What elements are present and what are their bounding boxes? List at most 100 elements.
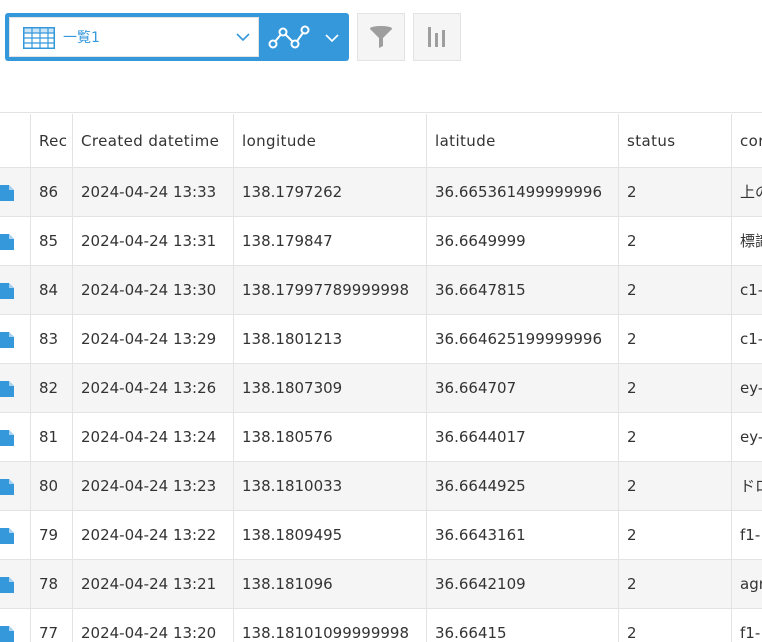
comment-cell: 標識 bbox=[740, 232, 762, 250]
chevron-down-icon bbox=[325, 34, 339, 43]
status-cell: 2 bbox=[619, 609, 732, 642]
status-cell: 2 bbox=[619, 217, 732, 265]
bar-chart-icon bbox=[428, 27, 445, 47]
document-icon[interactable] bbox=[0, 185, 14, 201]
document-icon[interactable] bbox=[0, 332, 14, 348]
comment-cell: ドロ bbox=[740, 477, 762, 495]
row-detail-cell bbox=[0, 266, 31, 314]
table-icon bbox=[23, 27, 55, 49]
header-record-number[interactable]: Rec bbox=[31, 114, 73, 167]
latitude-cell: 36.6644925 bbox=[427, 462, 619, 510]
toolbar: 一覧1 bbox=[0, 0, 762, 113]
record-number-cell: 79 bbox=[31, 511, 73, 559]
table-row[interactable]: 77 2024-04-24 13:20 138.18101099999998 36.6… bbox=[0, 609, 762, 642]
record-number-cell: 82 bbox=[31, 364, 73, 412]
header-created-datetime[interactable]: Created datetime bbox=[73, 114, 234, 167]
document-icon[interactable] bbox=[0, 528, 14, 544]
table-row[interactable]: 79 2024-04-24 13:22 138.1809495 36.6643161 2… bbox=[0, 511, 762, 560]
line-graph-icon bbox=[268, 25, 310, 49]
graph-settings-button[interactable] bbox=[413, 13, 461, 61]
document-icon[interactable] bbox=[0, 626, 14, 642]
record-number-cell: 80 bbox=[31, 462, 73, 510]
longitude-cell: 138.179847 bbox=[234, 217, 427, 265]
created-datetime-cell: 2024-04-24 13:31 bbox=[73, 217, 234, 265]
created-datetime-cell: 2024-04-24 13:29 bbox=[73, 315, 234, 363]
comment-cell: c1- bbox=[740, 330, 762, 348]
created-datetime-cell: 2024-04-24 13:30 bbox=[73, 266, 234, 314]
view-switcher: 一覧1 bbox=[5, 13, 349, 61]
latitude-cell: 36.6647815 bbox=[427, 266, 619, 314]
longitude-cell: 138.1809495 bbox=[234, 511, 427, 559]
row-detail-cell bbox=[0, 511, 31, 559]
chevron-down-icon bbox=[236, 33, 250, 42]
header-latitude[interactable]: latitude bbox=[427, 114, 619, 167]
document-icon[interactable] bbox=[0, 381, 14, 397]
header-status[interactable]: status bbox=[619, 114, 732, 167]
row-detail-cell bbox=[0, 217, 31, 265]
longitude-cell: 138.1810033 bbox=[234, 462, 427, 510]
row-detail-cell bbox=[0, 168, 31, 216]
created-datetime-cell: 2024-04-24 13:23 bbox=[73, 462, 234, 510]
comment-cell: 上の bbox=[740, 183, 762, 201]
document-icon[interactable] bbox=[0, 283, 14, 299]
row-detail-cell bbox=[0, 560, 31, 608]
record-number-cell: 85 bbox=[31, 217, 73, 265]
table-row[interactable]: 78 2024-04-24 13:21 138.181096 36.6642109 2 a… bbox=[0, 560, 762, 609]
record-number-cell: 86 bbox=[31, 168, 73, 216]
table-row[interactable]: 86 2024-04-24 13:33 138.1797262 36.66536149… bbox=[0, 168, 762, 217]
longitude-cell: 138.1801213 bbox=[234, 315, 427, 363]
created-datetime-cell: 2024-04-24 13:20 bbox=[73, 609, 234, 642]
status-cell: 2 bbox=[619, 511, 732, 559]
longitude-cell: 138.1797262 bbox=[234, 168, 427, 216]
filter-funnel-icon bbox=[370, 26, 392, 48]
table-row[interactable]: 81 2024-04-24 13:24 138.180576 36.6644017 2 e… bbox=[0, 413, 762, 462]
comment-cell: agr bbox=[740, 575, 762, 593]
document-icon[interactable] bbox=[0, 577, 14, 593]
latitude-cell: 36.6643161 bbox=[427, 511, 619, 559]
table-row[interactable]: 83 2024-04-24 13:29 138.1801213 36.66462519… bbox=[0, 315, 762, 364]
header-comment[interactable]: cor bbox=[732, 114, 762, 167]
row-detail-cell bbox=[0, 462, 31, 510]
graph-menu-button[interactable] bbox=[258, 13, 349, 61]
header-longitude[interactable]: longitude bbox=[234, 114, 427, 167]
created-datetime-cell: 2024-04-24 13:24 bbox=[73, 413, 234, 461]
comment-cell: c1- bbox=[740, 281, 762, 299]
row-detail-cell bbox=[0, 609, 31, 642]
status-cell: 2 bbox=[619, 413, 732, 461]
created-datetime-cell: 2024-04-24 13:21 bbox=[73, 560, 234, 608]
longitude-cell: 138.181096 bbox=[234, 560, 427, 608]
created-datetime-cell: 2024-04-24 13:33 bbox=[73, 168, 234, 216]
table-row[interactable]: 82 2024-04-24 13:26 138.1807309 36.664707 2 e… bbox=[0, 364, 762, 413]
record-number-cell: 83 bbox=[31, 315, 73, 363]
document-icon[interactable] bbox=[0, 479, 14, 495]
comment-cell: ey- bbox=[740, 428, 762, 446]
status-cell: 2 bbox=[619, 462, 732, 510]
longitude-cell: 138.17997789999998 bbox=[234, 266, 427, 314]
status-cell: 2 bbox=[619, 168, 732, 216]
row-detail-cell bbox=[0, 315, 31, 363]
latitude-cell: 36.6644017 bbox=[427, 413, 619, 461]
latitude-cell: 36.665361499999996 bbox=[427, 168, 619, 216]
table-row[interactable]: 84 2024-04-24 13:30 138.17997789999998 36.6… bbox=[0, 266, 762, 315]
latitude-cell: 36.664707 bbox=[427, 364, 619, 412]
document-icon[interactable] bbox=[0, 234, 14, 250]
records-table: Rec Created datetime longitude latitude … bbox=[0, 114, 762, 642]
table-row[interactable]: 85 2024-04-24 13:31 138.179847 36.6649999 2 標… bbox=[0, 217, 762, 266]
filter-button[interactable] bbox=[357, 13, 405, 61]
header-cell-icon bbox=[0, 114, 31, 167]
table-row[interactable]: 80 2024-04-24 13:23 138.1810033 36.6644925 2… bbox=[0, 462, 762, 511]
comment-cell: f1- bbox=[740, 526, 761, 544]
status-cell: 2 bbox=[619, 364, 732, 412]
latitude-cell: 36.6642109 bbox=[427, 560, 619, 608]
created-datetime-cell: 2024-04-24 13:22 bbox=[73, 511, 234, 559]
comment-cell: ey- bbox=[740, 379, 762, 397]
document-icon[interactable] bbox=[0, 430, 14, 446]
view-select-dropdown[interactable]: 一覧1 bbox=[9, 17, 259, 57]
longitude-cell: 138.1807309 bbox=[234, 364, 427, 412]
created-datetime-cell: 2024-04-24 13:26 bbox=[73, 364, 234, 412]
status-cell: 2 bbox=[619, 315, 732, 363]
comment-cell: f1- bbox=[740, 624, 761, 642]
status-cell: 2 bbox=[619, 560, 732, 608]
row-detail-cell bbox=[0, 364, 31, 412]
view-name-label: 一覧1 bbox=[63, 30, 100, 46]
